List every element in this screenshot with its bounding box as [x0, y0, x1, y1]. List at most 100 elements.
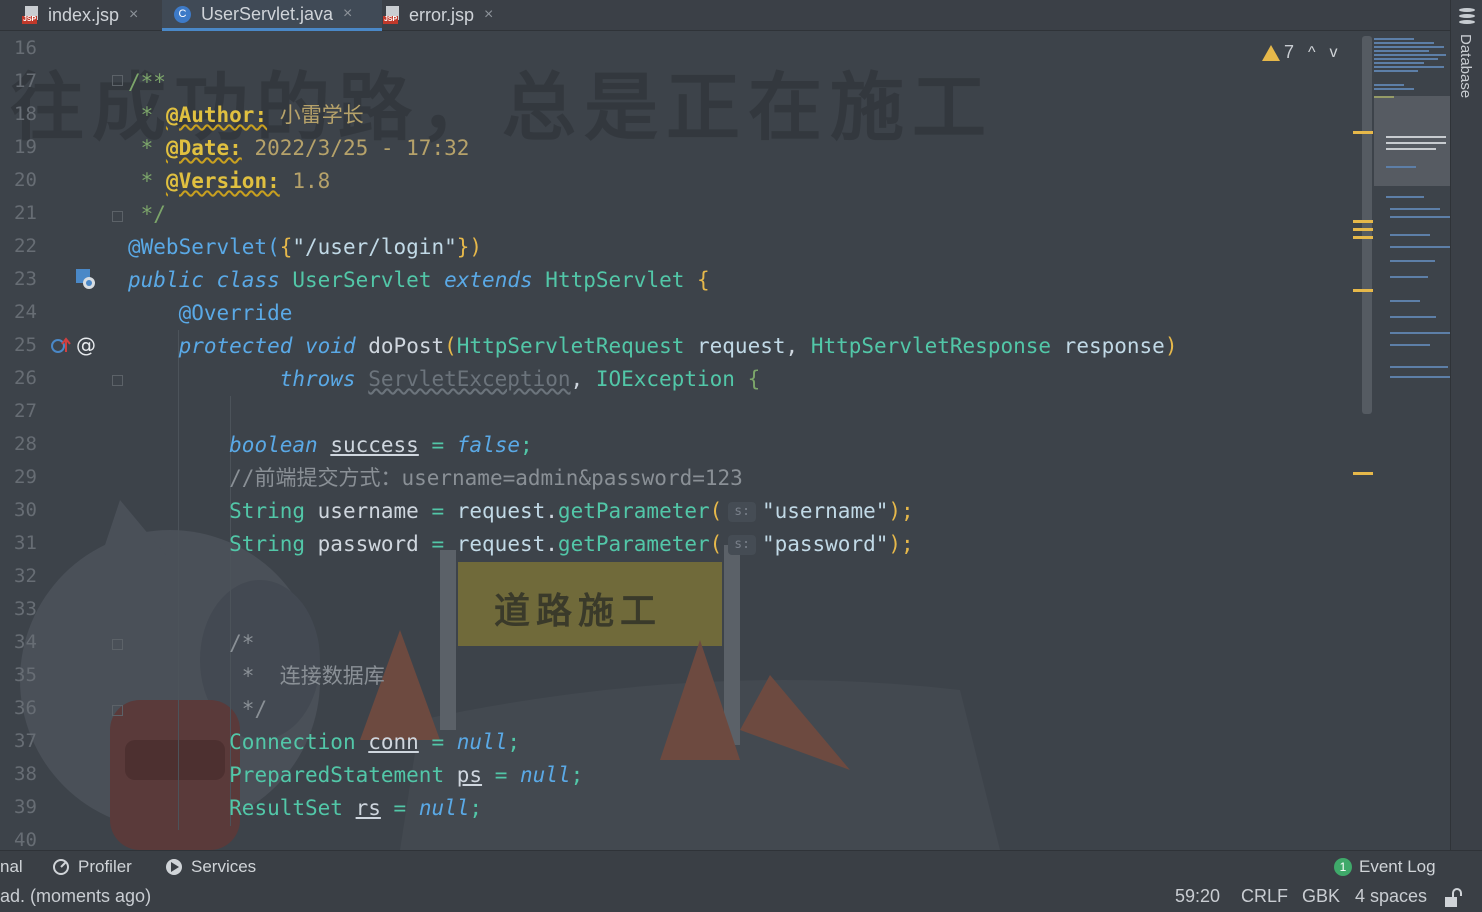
database-icon[interactable] [1459, 8, 1475, 26]
code-line-31: String password = request.getParameter(s… [229, 532, 914, 556]
status-message[interactable]: ad. (moments ago) [0, 886, 151, 907]
right-tool-sidebar: Database [1450, 0, 1482, 850]
line-number: 33 [14, 598, 37, 620]
line-number: 21 [14, 202, 37, 224]
line-number: 32 [14, 565, 37, 587]
line-number: 29 [14, 466, 37, 488]
warning-stripe[interactable] [1353, 289, 1373, 292]
minimap-viewport [1374, 96, 1450, 186]
inspection-widget[interactable]: 7 ^ v [1262, 42, 1338, 63]
fold-toggle[interactable] [112, 211, 123, 222]
parameter-hint: s: [728, 502, 756, 522]
tool-label: Event Log [1359, 857, 1436, 876]
services-icon [166, 859, 182, 875]
line-number: 30 [14, 499, 37, 521]
close-icon[interactable]: × [129, 6, 138, 24]
tool-label: Services [191, 857, 257, 876]
code-line-28: boolean success = false; [229, 433, 533, 457]
terminal-tool-button[interactable]: nal [0, 857, 23, 877]
line-number: 22 [14, 235, 37, 257]
event-count-badge: 1 [1334, 858, 1352, 876]
tab-label: UserServlet.java [201, 3, 334, 24]
code-line-37: Connection conn = null; [229, 730, 520, 754]
line-number: 26 [14, 367, 37, 389]
code-line-19: * @Date: 2022/3/25 - 17:32 [128, 136, 470, 160]
ide-window: 道路施工 往成功的路，总是正在施工 JSP index.jsp × C User… [0, 0, 1482, 912]
editor-tabs: JSP index.jsp × C UserServlet.java × JSP… [0, 0, 1450, 31]
close-icon[interactable]: × [484, 6, 493, 24]
line-number: 37 [14, 730, 37, 752]
close-icon[interactable]: × [343, 5, 352, 23]
code-line-35: * 连接数据库 [229, 664, 385, 688]
tab-label: error.jsp [409, 4, 475, 25]
annotation-marker-icon[interactable]: @ [76, 333, 96, 357]
tab-userservlet-java[interactable]: C UserServlet.java × [162, 0, 382, 31]
database-tool-button[interactable]: Database [1457, 34, 1474, 98]
line-number: 25 [14, 334, 37, 356]
code-line-29: //前端提交方式：username=admin&password=123 [229, 466, 743, 490]
code-line-22: @WebServlet({"/user/login"}) [128, 235, 483, 259]
fold-toggle[interactable] [112, 375, 123, 386]
jsp-file-icon: JSP [383, 6, 401, 24]
code-line-30: String username = request.getParameter(s… [229, 499, 914, 523]
line-number: 23 [14, 268, 37, 290]
line-number: 19 [14, 136, 37, 158]
event-log-button[interactable]: 1 Event Log [1334, 857, 1436, 877]
line-separator[interactable]: CRLF [1241, 886, 1288, 907]
code-line-17: /** [128, 70, 166, 94]
code-line-34: /* [229, 631, 255, 655]
parameter-hint: s: [728, 535, 756, 555]
code-line-21: */ [128, 202, 166, 226]
line-number: 28 [14, 433, 37, 455]
line-number: 34 [14, 631, 37, 653]
caret-position[interactable]: 59:20 [1175, 886, 1220, 907]
overrides-method-icon[interactable] [50, 336, 72, 356]
line-number: 38 [14, 763, 37, 785]
code-minimap[interactable] [1374, 36, 1450, 406]
line-number: 24 [14, 301, 37, 323]
code-line-38: PreparedStatement ps = null; [229, 763, 584, 787]
java-class-icon: C [174, 5, 191, 23]
warning-stripe[interactable] [1353, 236, 1373, 239]
status-bar: ad. (moments ago) 59:20 CRLF GBK 4 space… [0, 882, 1482, 912]
servlet-mapping-icon[interactable] [76, 269, 96, 289]
warning-stripe[interactable] [1353, 228, 1373, 231]
warning-stripe[interactable] [1353, 131, 1373, 134]
services-tool-button[interactable]: Services [165, 857, 256, 877]
tab-error-jsp[interactable]: JSP error.jsp × [383, 0, 493, 30]
line-number: 27 [14, 400, 37, 422]
line-number: 36 [14, 697, 37, 719]
file-encoding[interactable]: GBK [1302, 886, 1340, 907]
chevron-down-icon[interactable]: v [1330, 44, 1338, 62]
code-line-36: */ [229, 697, 268, 721]
indent-setting[interactable]: 4 spaces [1355, 886, 1427, 907]
line-number: 31 [14, 532, 37, 554]
jsp-file-icon: JSP [22, 6, 40, 24]
line-number: 17 [14, 70, 37, 92]
chevron-up-icon[interactable]: ^ [1308, 44, 1316, 62]
vertical-scrollbar[interactable] [1362, 36, 1372, 414]
line-number: 40 [14, 829, 37, 851]
code-line-24: @Override [178, 301, 293, 325]
warning-stripe[interactable] [1353, 220, 1373, 223]
code-line-25: protected void doPost(HttpServletRequest… [178, 334, 1178, 358]
fold-toggle[interactable] [112, 639, 123, 650]
code-line-39: ResultSet rs = null; [229, 796, 483, 820]
fold-toggle[interactable] [112, 75, 123, 86]
code-line-18: * @Author: 小雷学长 [128, 103, 364, 127]
warning-stripe[interactable] [1353, 472, 1373, 475]
warning-icon [1262, 44, 1280, 61]
profiler-icon [53, 859, 69, 875]
code-line-20: * @Version: 1.8 [128, 169, 331, 193]
line-number: 18 [14, 103, 37, 125]
tool-label: Profiler [78, 857, 132, 876]
line-number: 39 [14, 796, 37, 818]
profiler-tool-button[interactable]: Profiler [52, 857, 132, 877]
code-line-26: throws ServletException, IOException { [279, 367, 761, 391]
code-editor[interactable]: /** * @Author: 小雷学长 * @Date: 2022/3/25 -… [128, 33, 1358, 848]
unlock-icon[interactable] [1444, 888, 1462, 908]
tool-window-bar: nal Profiler Services 1 Event Log [0, 850, 1482, 883]
tab-label: index.jsp [48, 4, 120, 25]
fold-toggle[interactable] [112, 705, 123, 716]
tab-index-jsp[interactable]: JSP index.jsp × [22, 0, 138, 30]
